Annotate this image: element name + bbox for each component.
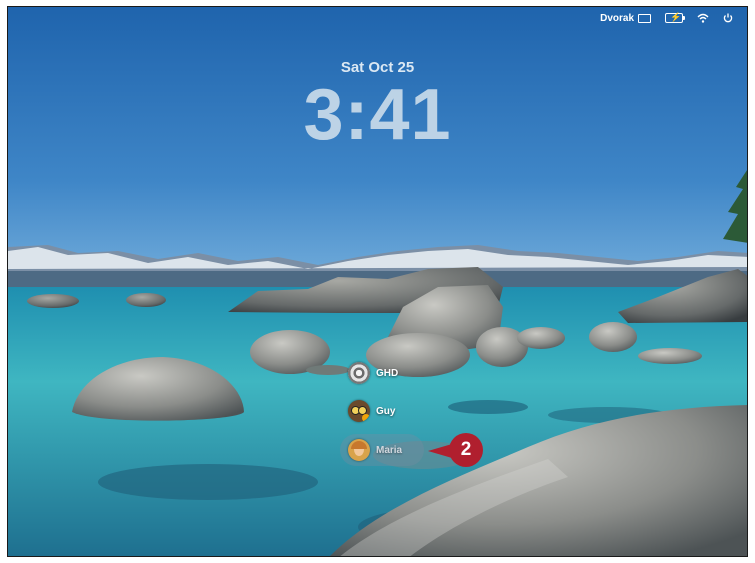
power-icon	[723, 13, 733, 23]
step-callout-badge: 2	[449, 433, 483, 467]
user-name-label: Guy	[376, 405, 396, 417]
keyboard-icon	[638, 13, 651, 23]
lock-screen: Dvorak ⚡ Sat Oct 25 3:41 GHD Guy Maria 2	[7, 6, 748, 557]
battery-status[interactable]: ⚡	[665, 12, 685, 23]
wifi-status[interactable]	[697, 13, 709, 23]
owl-avatar-icon	[348, 400, 370, 422]
lock-screen-clock: 3:41	[303, 75, 452, 155]
power-button[interactable]	[723, 13, 733, 23]
user-ghd[interactable]: GHD	[348, 362, 398, 384]
menu-bar: Dvorak ⚡	[8, 7, 747, 29]
wifi-icon	[697, 13, 709, 23]
lock-screen-date: Sat Oct 25	[340, 59, 415, 76]
input-source-menu[interactable]: Dvorak	[600, 13, 651, 24]
user-guy[interactable]: Guy	[348, 400, 395, 422]
battery-charging-icon: ⚡	[665, 12, 685, 23]
portrait-avatar-icon	[348, 439, 370, 461]
user-maria[interactable]: Maria	[340, 434, 424, 466]
keyboard-layout-label: Dvorak	[600, 12, 634, 24]
swirl-avatar-icon	[348, 362, 370, 384]
user-name-label: GHD	[376, 367, 399, 379]
